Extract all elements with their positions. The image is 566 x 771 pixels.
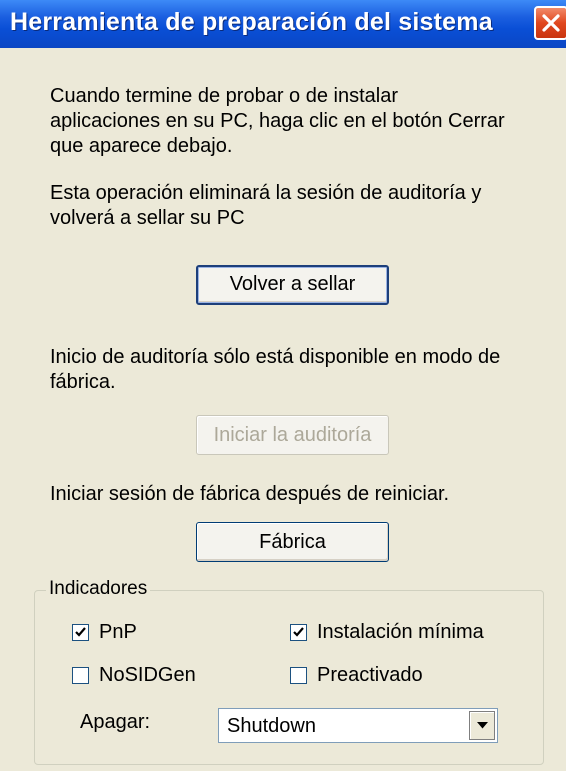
- reseal-button[interactable]: Volver a sellar: [196, 265, 389, 305]
- start-audit-button[interactable]: Iniciar la auditoría: [196, 415, 389, 455]
- intro-line-2: aplicaciones en su PC, haga clic en el b…: [50, 110, 505, 132]
- nosidgen-label[interactable]: NoSIDGen: [99, 664, 196, 687]
- shutdown-label: Apagar:: [80, 711, 151, 733]
- pnp-label[interactable]: PnP: [99, 621, 137, 644]
- intro-line-3: que aparece debajo.: [50, 135, 233, 157]
- audit-text-line-2: fábrica.: [50, 371, 116, 393]
- reseal-text-line-2: volverá a sellar su PC: [50, 207, 245, 229]
- intro-line-1: Cuando termine de probar o de instalar: [50, 85, 398, 107]
- sysprep-window: Herramienta de preparación del sistema C…: [0, 0, 566, 771]
- flags-group-label: Indicadores: [46, 578, 151, 600]
- close-button[interactable]: [534, 6, 566, 40]
- audit-text-line-1: Inicio de auditoría sólo está disponible…: [50, 346, 501, 368]
- shutdown-select-value: Shutdown: [227, 715, 316, 737]
- shutdown-select[interactable]: Shutdown: [218, 708, 498, 743]
- preactivated-checkbox[interactable]: [290, 667, 307, 684]
- minimal-install-checkbox[interactable]: [290, 624, 307, 641]
- preactivated-label[interactable]: Preactivado: [317, 664, 423, 687]
- dropdown-button[interactable]: [469, 711, 495, 740]
- nosidgen-checkbox[interactable]: [72, 667, 89, 684]
- factory-text: Iniciar sesión de fábrica después de rei…: [50, 483, 450, 505]
- reseal-text-line-1: Esta operación eliminará la sesión de au…: [50, 182, 482, 204]
- factory-button[interactable]: Fábrica: [196, 522, 389, 562]
- window-title: Herramienta de preparación del sistema: [10, 8, 493, 36]
- minimal-install-label[interactable]: Instalación mínima: [317, 621, 484, 644]
- title-bar[interactable]: Herramienta de preparación del sistema: [0, 0, 566, 48]
- pnp-checkbox[interactable]: [72, 624, 89, 641]
